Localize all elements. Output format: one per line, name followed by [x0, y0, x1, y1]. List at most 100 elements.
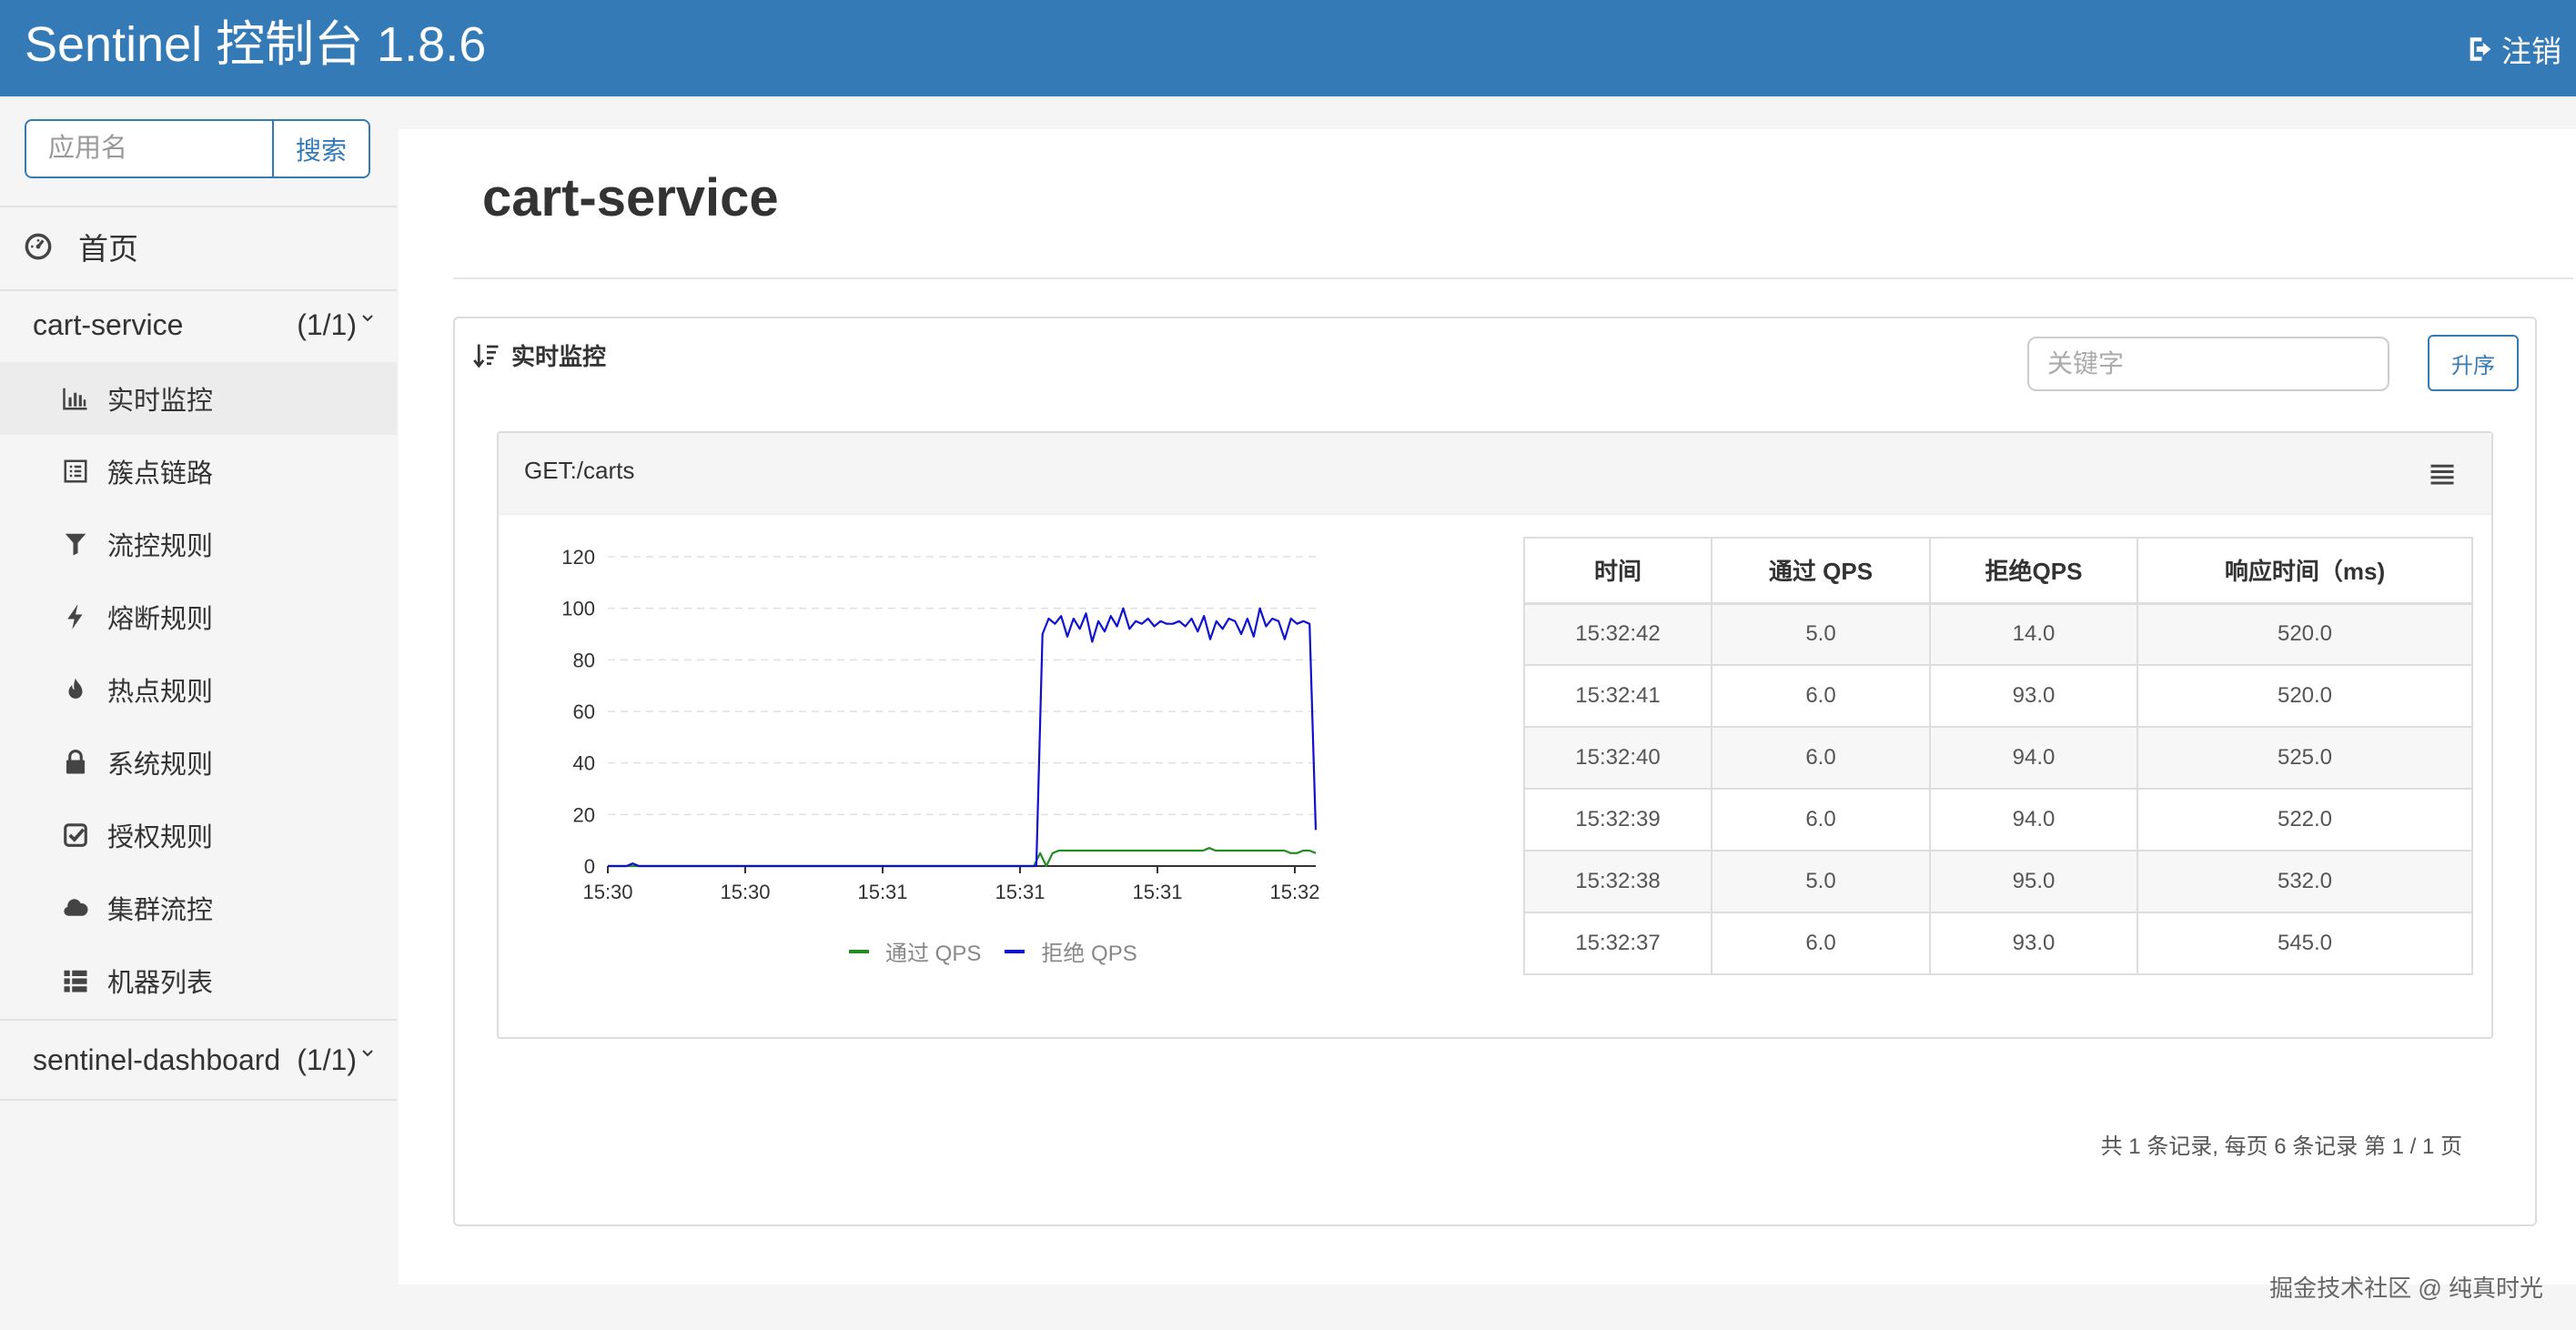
app-search-button[interactable]: 搜索 — [272, 119, 370, 178]
table-row: 15:32:42 5.0 14.0 520.0 — [1523, 602, 2473, 666]
metrics-table: 时间 通过 QPS 拒绝QPS 响应时间（ms) 15:32:42 5.0 14.0… — [1523, 537, 2473, 975]
cell-time: 15:32:38 — [1523, 850, 1712, 913]
sidebar-item-realtime-monitor[interactable]: 实时监控 — [0, 362, 397, 435]
panel-title: 实时监控 — [511, 343, 607, 370]
sidebar-item-cluster-link[interactable]: 簇点链路 — [0, 435, 397, 508]
sidebar: 搜索 首页 cart-service (1/1) 实时监控 簇点链路 流控规则 … — [0, 96, 397, 1330]
keyword-search-input[interactable] — [2027, 337, 2389, 391]
app-name: sentinel-dashboard — [33, 1043, 281, 1076]
chart-legend: 通过 QPS 拒绝 QPS — [849, 935, 1161, 967]
y-tick-label: 120 — [561, 546, 595, 569]
legend-item-pass[interactable]: 通过 QPS — [849, 935, 981, 967]
chevron-down-icon — [362, 1050, 373, 1057]
column-header-block-qps: 拒绝QPS — [1929, 537, 2138, 605]
sidebar-item-home[interactable]: 首页 — [24, 224, 138, 269]
cell-pass-qps: 6.0 — [1711, 912, 1931, 975]
logout-link[interactable]: 注销 — [2465, 27, 2561, 71]
sidebar-divider — [0, 1019, 397, 1021]
cell-pass-qps: 6.0 — [1711, 788, 1931, 851]
sidebar-item-label: 热点规则 — [107, 678, 214, 707]
dashboard-icon — [25, 233, 52, 260]
legend-label-pass: 通过 QPS — [885, 942, 982, 966]
table-header-row: 时间 通过 QPS 拒绝QPS 响应时间（ms) — [1523, 537, 2473, 605]
sidebar-item-hotspot-rules[interactable]: 热点规则 — [0, 653, 397, 726]
cell-time: 15:32:40 — [1523, 726, 1712, 790]
sidebar-app-cart-service[interactable]: cart-service (1/1) — [33, 302, 375, 348]
cloud-icon — [64, 899, 88, 916]
app-search-input[interactable] — [25, 119, 272, 178]
top-navbar: Sentinel 控制台 1.8.6 注销 — [0, 0, 2576, 96]
app-instance-count: (1/1) — [297, 307, 357, 341]
cell-block-qps: 95.0 — [1929, 850, 2138, 913]
cell-rt: 522.0 — [2137, 788, 2473, 851]
cell-pass-qps: 5.0 — [1711, 602, 1931, 666]
x-tick-label: 15:31 — [995, 881, 1045, 903]
title-divider — [453, 277, 2573, 279]
sidebar-item-system-rules[interactable]: 系统规则 — [0, 726, 397, 799]
table-row: 15:32:39 6.0 94.0 522.0 — [1523, 788, 2473, 851]
table-row: 15:32:41 6.0 93.0 520.0 — [1523, 664, 2473, 728]
cell-time: 15:32:41 — [1523, 664, 1712, 728]
y-tick-label: 60 — [573, 700, 595, 723]
legend-swatch-block — [1005, 949, 1025, 953]
chevron-down-icon — [362, 315, 373, 322]
table-row: 15:32:40 6.0 94.0 525.0 — [1523, 726, 2473, 790]
legend-item-block[interactable]: 拒绝 QPS — [1005, 935, 1137, 967]
app-brand-title[interactable]: Sentinel 控制台 1.8.6 — [25, 16, 486, 73]
cell-block-qps: 93.0 — [1929, 912, 2138, 975]
sort-asc-button[interactable]: 升序 — [2428, 335, 2519, 391]
x-tick-label: 15:30 — [582, 881, 632, 903]
cell-rt: 525.0 — [2137, 726, 2473, 790]
x-tick-label: 15:30 — [720, 881, 770, 903]
sidebar-divider — [0, 1099, 397, 1101]
lock-icon — [66, 749, 85, 774]
column-header-time: 时间 — [1523, 537, 1712, 605]
cell-rt: 520.0 — [2137, 602, 2473, 666]
cell-block-qps: 93.0 — [1929, 664, 2138, 728]
sidebar-item-machine-list[interactable]: 机器列表 — [0, 944, 397, 1017]
logout-label: 注销 — [2501, 35, 2561, 68]
table-row: 15:32:37 6.0 93.0 545.0 — [1523, 912, 2473, 975]
cell-time: 15:32:42 — [1523, 602, 1712, 666]
y-tick-label: 100 — [561, 598, 595, 620]
column-header-rt: 响应时间（ms) — [2137, 537, 2473, 605]
list-alt-icon — [64, 459, 87, 483]
panel-heading: 实时监控 — [473, 338, 606, 372]
legend-swatch-pass — [849, 949, 869, 953]
y-tick-label: 0 — [584, 855, 595, 878]
hamburger-menu-icon[interactable] — [2428, 460, 2457, 488]
table-row: 15:32:38 5.0 95.0 532.0 — [1523, 850, 2473, 913]
sign-out-icon — [2470, 37, 2491, 61]
cell-pass-qps: 6.0 — [1711, 664, 1931, 728]
y-tick-label: 80 — [573, 649, 595, 671]
sidebar-item-cluster-flow[interactable]: 集群流控 — [0, 872, 397, 944]
sort-icon — [473, 344, 499, 368]
y-tick-label: 40 — [573, 752, 595, 775]
cell-time: 15:32:37 — [1523, 912, 1712, 975]
series-line-pass-qps — [608, 847, 1317, 868]
resource-card-header: GET:/carts — [499, 433, 2491, 515]
x-tick-label: 15:31 — [1132, 881, 1182, 903]
column-header-pass-qps: 通过 QPS — [1711, 537, 1931, 605]
cell-rt: 545.0 — [2137, 912, 2473, 975]
sidebar-item-label: 实时监控 — [107, 387, 214, 416]
app-search: 搜索 — [25, 119, 370, 178]
sidebar-item-label: 流控规则 — [107, 532, 214, 561]
sidebar-item-authority-rules[interactable]: 授权规则 — [0, 799, 397, 872]
app-name: cart-service — [33, 307, 184, 341]
app-instance-count: (1/1) — [297, 1043, 357, 1076]
sidebar-divider — [0, 206, 397, 207]
lightning-icon — [67, 604, 83, 630]
sidebar-app-sentinel-dashboard[interactable]: sentinel-dashboard (1/1) — [33, 1037, 375, 1083]
x-tick-label: 15:31 — [857, 881, 907, 903]
watermark-text: 掘金技术社区 @ 纯真时光 — [2269, 1275, 2543, 1302]
sidebar-item-label: 首页 — [78, 232, 138, 266]
filter-icon — [65, 533, 86, 556]
cell-time: 15:32:39 — [1523, 788, 1712, 851]
sidebar-item-degrade-rules[interactable]: 熔断规则 — [0, 580, 397, 653]
fire-icon — [68, 678, 83, 699]
sidebar-item-label: 熔断规则 — [107, 605, 214, 634]
sidebar-item-label: 簇点链路 — [107, 459, 214, 489]
sidebar-item-flow-rules[interactable]: 流控规则 — [0, 508, 397, 580]
x-tick-label: 15:32 — [1269, 881, 1319, 903]
